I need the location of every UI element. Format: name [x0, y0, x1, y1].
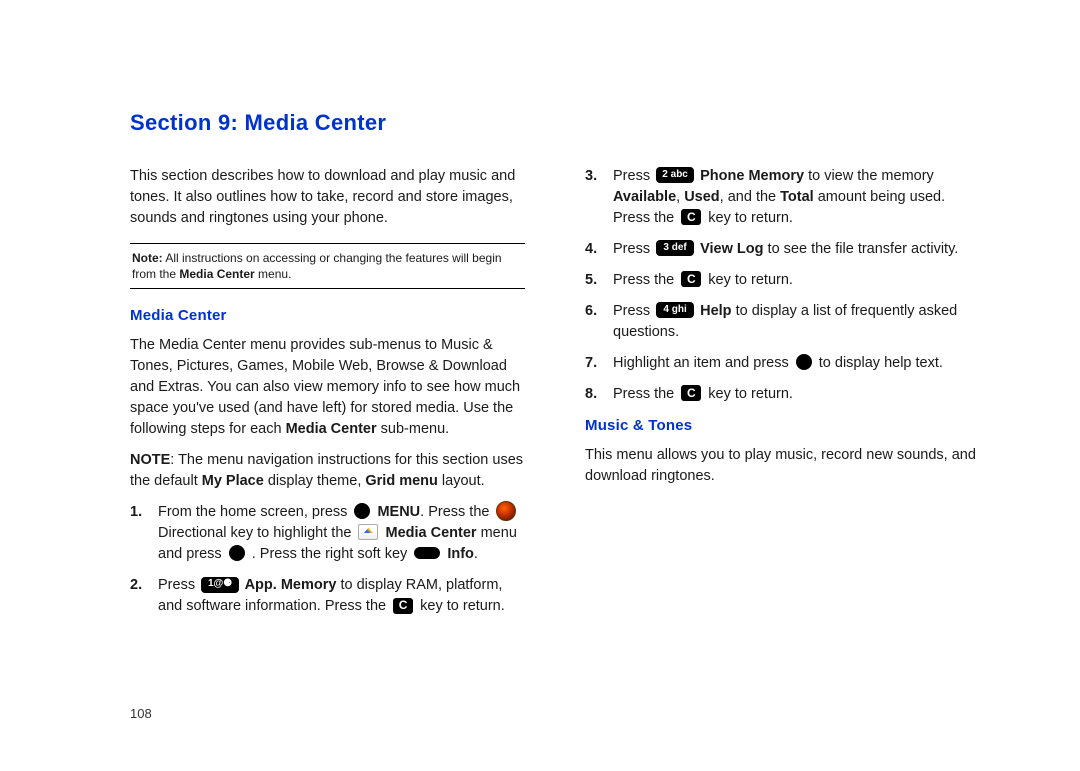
step-body: Press the C key to return. [613, 384, 980, 405]
music-tones-paragraph: This menu allows you to play music, reco… [585, 445, 980, 487]
p2c: My Place [202, 473, 264, 489]
step-body: Press 2 abc Phone Memory to view the mem… [613, 166, 980, 229]
step-number: 5. [585, 270, 613, 291]
step-6: 6. Press 4 ghi Help to display a list of… [585, 301, 980, 343]
step-3: 3. Press 2 abc Phone Memory to view the … [585, 166, 980, 229]
media-center-app-icon [358, 524, 378, 540]
step-8: 8. Press the C key to return. [585, 384, 980, 405]
s3c: to view the memory [804, 168, 934, 184]
step-number: 7. [585, 353, 613, 374]
p2e: Grid menu [365, 473, 438, 489]
c-key-icon: C [681, 271, 701, 287]
s4a: Press [613, 241, 654, 257]
s2b: App. Memory [241, 577, 336, 593]
s7a: Highlight an item and press [613, 355, 793, 371]
paragraph-1: The Media Center menu provides sub-menus… [130, 335, 525, 440]
key-1-icon: 1@⚈ [201, 577, 239, 593]
note-label: Note: [132, 251, 163, 265]
p2f: layout. [438, 473, 485, 489]
key-4-icon: 4 ghi [656, 302, 694, 318]
s1-menu: MENU [373, 504, 420, 520]
step-number: 6. [585, 301, 613, 343]
step-5: 5. Press the C key to return. [585, 270, 980, 291]
step-number: 2. [130, 575, 158, 617]
p2d: display theme, [264, 473, 366, 489]
steps-right: 3. Press 2 abc Phone Memory to view the … [585, 166, 980, 405]
step-body: Highlight an item and press to display h… [613, 353, 980, 374]
s3d: Available [613, 189, 676, 205]
s6b: Help [696, 303, 731, 319]
s3a: Press [613, 168, 654, 184]
step-4: 4. Press 3 def View Log to see the file … [585, 239, 980, 260]
step-body: From the home screen, press MENU. Press … [158, 502, 525, 565]
p1bold: Media Center [286, 421, 377, 437]
step-2: 2. Press 1@⚈ App. Memory to display RAM,… [130, 575, 525, 617]
s3j: key to return. [704, 210, 793, 226]
step-number: 1. [130, 502, 158, 565]
c-key-icon: C [681, 209, 701, 225]
music-tones-heading: Music & Tones [585, 415, 980, 437]
p2-note: NOTE [130, 452, 170, 468]
note-box: Note: All instructions on accessing or c… [130, 243, 525, 289]
note-bold: Media Center [179, 267, 254, 281]
s5b: key to return. [704, 272, 793, 288]
p1b: sub-menu. [377, 421, 450, 437]
s1b: . Press the [420, 504, 493, 520]
s3b: Phone Memory [696, 168, 804, 184]
s3g: , and the [720, 189, 780, 205]
s3e: , [676, 189, 684, 205]
c-key-icon: C [393, 598, 413, 614]
s2a: Press [158, 577, 199, 593]
s6a: Press [613, 303, 654, 319]
intro-paragraph: This section describes how to download a… [130, 166, 525, 229]
s1mc: Media Center [381, 525, 476, 541]
s7b: to display help text. [815, 355, 943, 371]
key-3-icon: 3 def [656, 240, 694, 256]
right-column: 3. Press 2 abc Phone Memory to view the … [585, 166, 980, 627]
two-column-layout: This section describes how to download a… [130, 166, 980, 627]
directional-key-icon [496, 501, 516, 521]
step-number: 3. [585, 166, 613, 229]
s1e: . Press the right soft key [248, 546, 412, 562]
c-key-icon: C [681, 385, 701, 401]
s4c: to see the file transfer activity. [764, 241, 959, 257]
ok-key-icon [229, 545, 245, 561]
s1a: From the home screen, press [158, 504, 351, 520]
s5a: Press the [613, 272, 678, 288]
s4b: View Log [696, 241, 763, 257]
ok-key-icon [796, 354, 812, 370]
page-number: 108 [130, 706, 152, 721]
left-column: This section describes how to download a… [130, 166, 525, 627]
step-body: Press 1@⚈ App. Memory to display RAM, pl… [158, 575, 525, 617]
manual-page: Section 9: Media Center This section des… [0, 0, 1080, 667]
s1info: Info [443, 546, 474, 562]
steps-left: 1. From the home screen, press MENU. Pre… [130, 502, 525, 617]
ok-key-icon [354, 503, 370, 519]
s1c: Directional key to highlight the [158, 525, 355, 541]
s3f: Used [684, 189, 719, 205]
s2d: key to return. [416, 598, 505, 614]
media-center-heading: Media Center [130, 305, 525, 327]
step-body: Press the C key to return. [613, 270, 980, 291]
paragraph-2: NOTE: The menu navigation instructions f… [130, 450, 525, 492]
step-body: Press 4 ghi Help to display a list of fr… [613, 301, 980, 343]
step-body: Press 3 def View Log to see the file tra… [613, 239, 980, 260]
step-7: 7. Highlight an item and press to displa… [585, 353, 980, 374]
step-number: 8. [585, 384, 613, 405]
key-2-icon: 2 abc [656, 167, 694, 183]
step-number: 4. [585, 239, 613, 260]
s1f: . [474, 546, 478, 562]
step-1: 1. From the home screen, press MENU. Pre… [130, 502, 525, 565]
s8a: Press the [613, 386, 678, 402]
softkey-icon [414, 547, 440, 559]
section-title: Section 9: Media Center [130, 110, 980, 136]
note-tail: menu. [255, 267, 292, 281]
s3h: Total [780, 189, 814, 205]
s8b: key to return. [704, 386, 793, 402]
